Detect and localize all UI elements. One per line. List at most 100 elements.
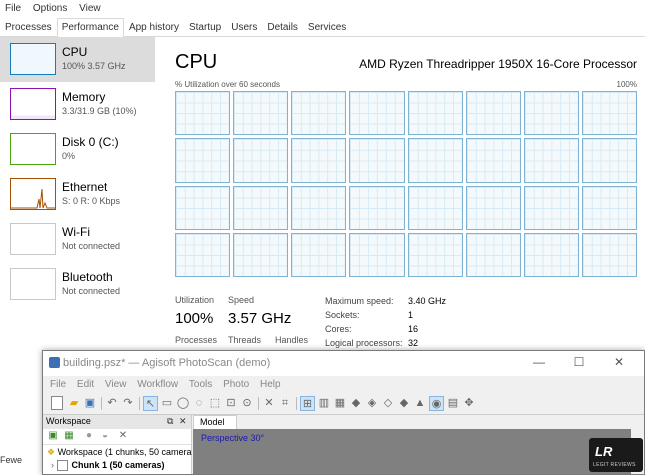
- add-chunk-icon[interactable]: ▣: [47, 430, 59, 442]
- sidebar-item-value: Not connected: [62, 286, 121, 296]
- photoscan-titlebar[interactable]: building.psz* — Agisoft PhotoScan (demo)…: [43, 351, 644, 376]
- menu-view[interactable]: View: [102, 376, 132, 390]
- tab-performance[interactable]: Performance: [56, 18, 124, 37]
- tab-users[interactable]: Users: [226, 18, 262, 36]
- show-points-icon[interactable]: ▥: [317, 396, 331, 410]
- page-title: CPU: [175, 51, 218, 73]
- crop-selection-icon[interactable]: ⌗: [278, 396, 292, 410]
- disable-cameras-icon[interactable]: ◒: [99, 430, 111, 442]
- tab-details[interactable]: Details: [262, 18, 303, 36]
- show-trackball-icon[interactable]: ✥: [462, 396, 476, 410]
- workspace-tree-root[interactable]: ❖ Workspace (1 chunks, 50 camera: [47, 447, 192, 458]
- enable-cameras-icon[interactable]: ●: [83, 430, 95, 442]
- menu-file[interactable]: File: [0, 0, 25, 14]
- free-form-selection-icon[interactable]: ◌: [192, 396, 206, 410]
- delete-selection-icon[interactable]: ✕: [262, 396, 276, 410]
- redo-icon[interactable]: ↷: [121, 396, 135, 410]
- task-manager-tabs: Processes Performance App history Startup Us…: [0, 18, 645, 37]
- solid-model-icon[interactable]: ◈: [365, 396, 379, 410]
- menu-edit[interactable]: Edit: [74, 376, 99, 390]
- sidebar-item-ethernet[interactable]: Ethernet S: 0 R: 0 Kbps: [0, 172, 155, 217]
- sidebar-item-memory[interactable]: Memory 3.3/31.9 GB (10%): [0, 82, 155, 127]
- logical-processor-graph: [175, 232, 231, 277]
- sidebar-item-bluetooth[interactable]: Bluetooth Not connected: [0, 262, 155, 307]
- model-viewport[interactable]: Perspective 30°: [193, 429, 631, 474]
- shaded-model-icon[interactable]: ◆: [349, 396, 363, 410]
- close-pane-icon[interactable]: ✕: [179, 416, 187, 427]
- logical-processor-graph: [523, 91, 579, 136]
- sidebar-item-label: Bluetooth: [62, 270, 113, 284]
- textured-model-icon[interactable]: ◆: [397, 396, 411, 410]
- logical-processor-graph: [175, 138, 231, 183]
- disk-thumbnail-graph: [10, 133, 56, 165]
- cpu-detail-panel: CPU AMD Ryzen Threadripper 1950X 16-Core…: [175, 45, 637, 355]
- logical-processor-graphs: [175, 91, 637, 277]
- maximize-button[interactable]: ☐: [571, 355, 587, 369]
- logical-processor-graph: [581, 232, 637, 277]
- photoscan-app-icon: [49, 357, 60, 368]
- logical-processor-graph: [291, 91, 347, 136]
- new-document-icon[interactable]: [51, 396, 63, 410]
- sidebar-item-value: Not connected: [62, 241, 121, 251]
- viewport-projection-label: Perspective 30°: [201, 433, 265, 443]
- tab-model[interactable]: Model: [193, 415, 237, 429]
- dense-cloud-icon[interactable]: ▦: [333, 396, 347, 410]
- menu-options[interactable]: Options: [28, 0, 71, 14]
- rectangle-selection-icon[interactable]: ▭: [160, 396, 174, 410]
- toolbar-separator: [258, 397, 259, 410]
- show-region-icon[interactable]: ▤: [446, 396, 460, 410]
- logical-processor-graph: [291, 232, 347, 277]
- bluetooth-thumbnail-graph: [10, 268, 56, 300]
- menu-workflow[interactable]: Workflow: [134, 376, 183, 390]
- logical-processor-graph: [291, 185, 347, 230]
- tab-processes[interactable]: Processes: [0, 18, 57, 36]
- logical-processor-graph: [233, 91, 289, 136]
- resize-region-icon[interactable]: ⬚: [208, 396, 222, 410]
- menu-help[interactable]: Help: [257, 376, 286, 390]
- close-button[interactable]: ✕: [611, 355, 627, 369]
- sidebar-item-disk[interactable]: Disk 0 (C:) 0%: [0, 127, 155, 172]
- toolbar-separator: [296, 397, 297, 410]
- show-cameras-icon[interactable]: ⊞: [300, 396, 315, 411]
- tab-services[interactable]: Services: [303, 18, 351, 36]
- navigation-tool-icon[interactable]: ↖: [143, 396, 158, 411]
- undock-icon[interactable]: ⧉: [167, 416, 173, 427]
- wireframe-model-icon[interactable]: ◇: [381, 396, 395, 410]
- logical-processor-graph: [581, 138, 637, 183]
- open-folder-icon[interactable]: ▰: [67, 396, 81, 410]
- processor-name: AMD Ryzen Threadripper 1950X 16-Core Pro…: [359, 57, 637, 71]
- logical-processors-value: 32: [408, 338, 419, 348]
- sidebar-item-value: 100% 3.57 GHz: [62, 61, 126, 71]
- expand-chevron-icon[interactable]: ›: [51, 460, 54, 470]
- tiled-model-icon[interactable]: ▲: [413, 396, 427, 410]
- menu-tools[interactable]: Tools: [186, 376, 217, 390]
- show-cameras-toggle-icon[interactable]: ◉: [429, 396, 444, 411]
- speed-label: Speed: [228, 295, 255, 305]
- tab-startup[interactable]: Startup: [184, 18, 226, 36]
- sockets-value: 1: [408, 310, 414, 320]
- move-region-icon[interactable]: ⊡: [224, 396, 238, 410]
- logical-processors-label: Logical processors:: [325, 338, 403, 348]
- sidebar-item-cpu[interactable]: CPU 100% 3.57 GHz: [0, 37, 155, 82]
- handles-label: Handles: [275, 335, 309, 345]
- menu-file[interactable]: File: [47, 376, 71, 390]
- remove-items-icon[interactable]: ✕: [117, 430, 129, 442]
- chunk-label: Chunk 1 (50 cameras): [71, 460, 165, 470]
- workspace-pane-header: Workspace ⧉ ✕: [43, 415, 191, 429]
- chunk-tree-item[interactable]: › Chunk 1 (50 cameras): [51, 460, 165, 472]
- logical-processor-graph: [233, 138, 289, 183]
- save-icon[interactable]: ▣: [83, 396, 97, 410]
- circle-selection-icon[interactable]: ◯: [176, 396, 190, 410]
- threads-label: Threads: [228, 335, 262, 345]
- menu-photo[interactable]: Photo: [220, 376, 254, 390]
- rotate-region-icon[interactable]: ⊙: [240, 396, 254, 410]
- menu-view[interactable]: View: [74, 0, 105, 14]
- minimize-button[interactable]: —: [531, 355, 547, 369]
- undo-icon[interactable]: ↶: [105, 396, 119, 410]
- workspace-icon: ❖: [47, 447, 56, 457]
- sidebar-item-wifi[interactable]: Wi-Fi Not connected: [0, 217, 155, 262]
- add-photos-icon[interactable]: ▦: [63, 430, 75, 442]
- wifi-thumbnail-graph: [10, 223, 56, 255]
- logical-processor-graph: [349, 185, 405, 230]
- tab-app-history[interactable]: App history: [124, 18, 184, 36]
